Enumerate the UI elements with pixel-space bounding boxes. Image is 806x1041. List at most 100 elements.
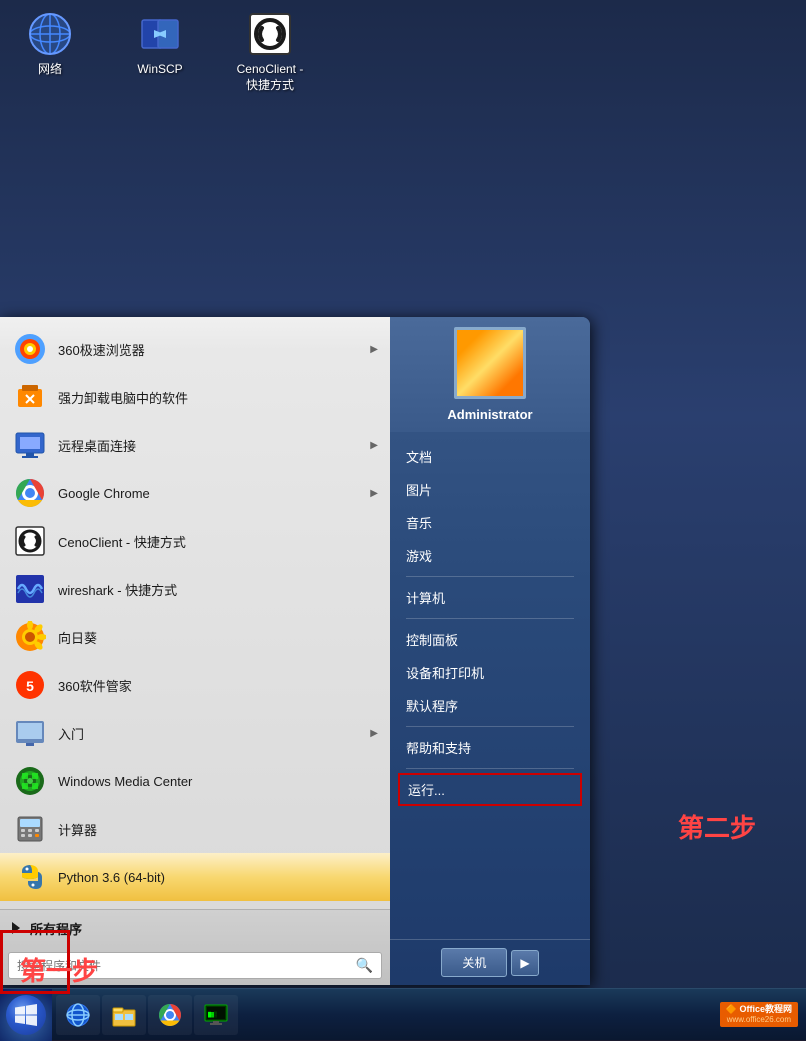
menu-item-sunflower[interactable]: 向日葵 bbox=[0, 613, 390, 661]
office-badge-line2: www.office26.com bbox=[727, 1015, 791, 1025]
right-menu-pictures[interactable]: 图片 bbox=[390, 473, 590, 506]
cenoclient-icon bbox=[246, 10, 294, 58]
system-tray: 🔶 Office教程网 www.office26.com bbox=[712, 1002, 806, 1026]
right-divider-2 bbox=[406, 618, 574, 619]
all-programs-item[interactable]: 所有程序 bbox=[0, 910, 390, 946]
menu-item-cenoclient[interactable]: CenoClient - 快捷方式 bbox=[0, 517, 390, 565]
menu-item-chrome-label: Google Chrome bbox=[58, 486, 370, 501]
taskbar: █▓░ 🔶 Office教程网 www.office26.com bbox=[0, 988, 806, 1040]
menu-item-360manager[interactable]: 5 360软件管家 bbox=[0, 661, 390, 709]
winscp-label: WinSCP bbox=[137, 62, 182, 78]
intro-icon bbox=[12, 715, 48, 751]
taskbar-chrome[interactable] bbox=[148, 995, 192, 1035]
monitor-icon: █▓░ bbox=[202, 1001, 230, 1029]
taskbar-apps: █▓░ bbox=[52, 989, 712, 1040]
360manager-icon: 5 bbox=[12, 667, 48, 703]
menu-item-wireshark[interactable]: wireshark - 快捷方式 bbox=[0, 565, 390, 613]
taskbar-ie[interactable] bbox=[56, 995, 100, 1035]
all-programs-label: 所有程序 bbox=[30, 919, 82, 938]
menu-item-360browser[interactable]: 360极速浏览器 ▶ bbox=[0, 325, 390, 373]
all-programs-arrow bbox=[12, 922, 20, 934]
office-badge-line1: 🔶 Office教程网 bbox=[726, 1004, 792, 1015]
taskbar-explorer[interactable] bbox=[102, 995, 146, 1035]
calc-icon bbox=[12, 811, 48, 847]
desktop-icon-cenoclient[interactable]: CenoClient -快捷方式 bbox=[230, 10, 310, 93]
right-menu-music[interactable]: 音乐 bbox=[390, 506, 590, 539]
menu-item-360browser-label: 360极速浏览器 bbox=[58, 340, 370, 359]
menu-item-intro-label: 入门 bbox=[58, 724, 370, 743]
start-menu: 360极速浏览器 ▶ 强力卸载电脑中的软件 bbox=[0, 317, 590, 985]
menu-item-sunflower-label: 向日葵 bbox=[58, 628, 378, 647]
office-badge: 🔶 Office教程网 www.office26.com bbox=[720, 1002, 798, 1026]
right-menu-help[interactable]: 帮助和支持 bbox=[390, 731, 590, 764]
annotation-step1: 第一步 bbox=[20, 951, 98, 988]
windows-logo-icon bbox=[15, 1004, 37, 1026]
menu-item-calc[interactable]: 计算器 bbox=[0, 805, 390, 853]
menu-item-remote-label: 远程桌面连接 bbox=[58, 436, 370, 455]
menu-item-uninstall[interactable]: 强力卸载电脑中的软件 bbox=[0, 373, 390, 421]
username-label: Administrator bbox=[447, 407, 532, 422]
network-label: 网络 bbox=[38, 62, 62, 78]
right-divider-4 bbox=[406, 768, 574, 769]
arrow-icon: ▶ bbox=[370, 344, 378, 355]
right-menu-defaults[interactable]: 默认程序 bbox=[390, 689, 590, 722]
desktop-icons: 网络 WinSCP CenoCl bbox=[10, 10, 310, 93]
user-avatar bbox=[454, 327, 526, 399]
python-icon bbox=[12, 859, 48, 895]
menu-item-intro[interactable]: 入门 ▶ bbox=[0, 709, 390, 757]
search-icon[interactable]: 🔍 bbox=[356, 957, 373, 974]
uninstall-icon bbox=[12, 379, 48, 415]
arrow-icon-intro: ▶ bbox=[370, 728, 378, 739]
menu-item-chrome[interactable]: Google Chrome ▶ bbox=[0, 469, 390, 517]
chrome-taskbar-icon bbox=[156, 1001, 184, 1029]
mediacenter-icon bbox=[12, 763, 48, 799]
menu-item-remote[interactable]: 远程桌面连接 ▶ bbox=[0, 421, 390, 469]
explorer-icon bbox=[110, 1001, 138, 1029]
winscp-icon bbox=[136, 10, 184, 58]
chrome-icon bbox=[12, 475, 48, 511]
right-menu-controlpanel[interactable]: 控制面板 bbox=[390, 623, 590, 656]
right-menu-computer[interactable]: 计算机 bbox=[390, 581, 590, 614]
wireshark-icon bbox=[12, 571, 48, 607]
cenoclient-menu-icon bbox=[12, 523, 48, 559]
menu-item-python-label: Python 3.6 (64-bit) bbox=[58, 870, 378, 885]
menu-item-uninstall-label: 强力卸载电脑中的软件 bbox=[58, 388, 378, 407]
svg-text:█▓░: █▓░ bbox=[208, 1011, 217, 1018]
start-menu-right: Administrator 文档 图片 音乐 游戏 计算机 控制面板 设备和打印… bbox=[390, 317, 590, 985]
start-button[interactable] bbox=[0, 989, 52, 1041]
right-divider-3 bbox=[406, 726, 574, 727]
menu-item-python[interactable]: Python 3.6 (64-bit) bbox=[0, 853, 390, 901]
arrow-icon-remote: ▶ bbox=[370, 440, 378, 451]
arrow-icon-chrome: ▶ bbox=[370, 488, 378, 499]
right-menu-games[interactable]: 游戏 bbox=[390, 539, 590, 572]
cenoclient-label: CenoClient -快捷方式 bbox=[237, 62, 304, 93]
desktop-icon-network[interactable]: 网络 bbox=[10, 10, 90, 93]
desktop-icon-winscp[interactable]: WinSCP bbox=[120, 10, 200, 93]
menu-item-wireshark-label: wireshark - 快捷方式 bbox=[58, 580, 378, 599]
start-menu-left: 360极速浏览器 ▶ 强力卸载电脑中的软件 bbox=[0, 317, 390, 985]
start-orb bbox=[6, 995, 46, 1035]
right-divider-1 bbox=[406, 576, 574, 577]
right-menu-items: 文档 图片 音乐 游戏 计算机 控制面板 设备和打印机 默认程序 帮助和支持 运… bbox=[390, 432, 590, 939]
user-section: Administrator bbox=[390, 317, 590, 432]
right-menu-devices[interactable]: 设备和打印机 bbox=[390, 656, 590, 689]
right-menu-run[interactable]: 运行... bbox=[398, 773, 582, 806]
annotation-step2: 第二步 bbox=[678, 808, 756, 845]
360browser-icon bbox=[12, 331, 48, 367]
shutdown-arrow-button[interactable]: ▶ bbox=[511, 950, 538, 976]
svg-text:5: 5 bbox=[26, 678, 34, 694]
menu-items-list: 360极速浏览器 ▶ 强力卸载电脑中的软件 bbox=[0, 317, 390, 909]
right-menu-docs[interactable]: 文档 bbox=[390, 440, 590, 473]
menu-item-mediacenter-label: Windows Media Center bbox=[58, 774, 378, 789]
sunflower-icon bbox=[12, 619, 48, 655]
menu-item-cenoclient-label: CenoClient - 快捷方式 bbox=[58, 532, 378, 551]
menu-item-mediacenter[interactable]: Windows Media Center bbox=[0, 757, 390, 805]
shutdown-button[interactable]: 关机 bbox=[441, 948, 507, 977]
avatar-image bbox=[457, 330, 523, 396]
ie-icon bbox=[64, 1001, 92, 1029]
remote-icon bbox=[12, 427, 48, 463]
desktop: 网络 WinSCP CenoCl bbox=[0, 0, 806, 1040]
taskbar-monitor[interactable]: █▓░ bbox=[194, 995, 238, 1035]
menu-item-calc-label: 计算器 bbox=[58, 820, 378, 839]
network-icon bbox=[26, 10, 74, 58]
